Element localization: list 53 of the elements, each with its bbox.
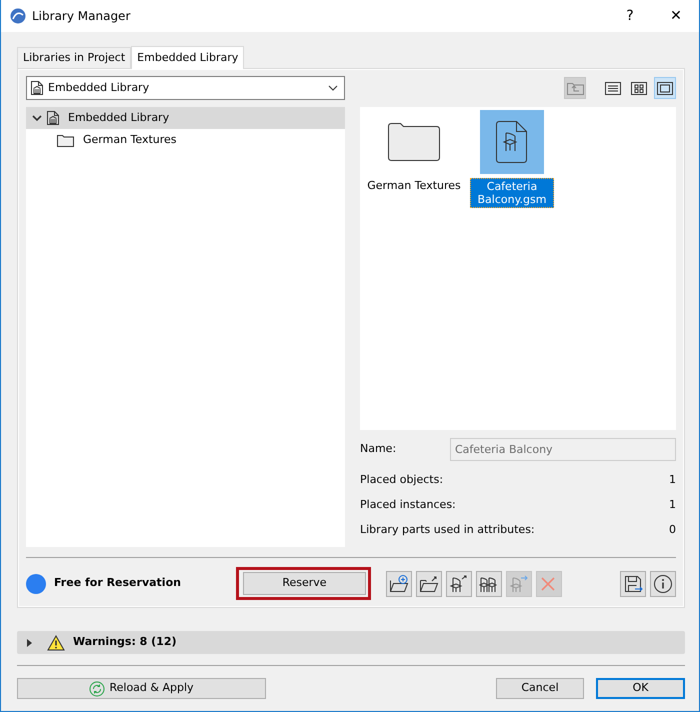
library-item[interactable]: German Textures <box>366 110 462 194</box>
stat-value: 1 <box>669 472 676 487</box>
stat-label: Placed objects: <box>360 472 444 487</box>
field-label: Name: <box>360 441 396 458</box>
stat-value: 1 <box>669 497 676 512</box>
folder-icon <box>387 122 441 162</box>
warnings-bar[interactable]: Warnings: 8 (12) <box>17 631 685 654</box>
chevron-down-icon <box>328 85 338 91</box>
close-button[interactable]: ✕ <box>653 0 699 32</box>
grid-view-icon <box>630 80 648 96</box>
caret-right-icon <box>25 638 33 646</box>
name-field[interactable]: Cafeteria Balcony <box>450 438 676 461</box>
stat-value: 0 <box>669 522 676 537</box>
chevron-down-icon <box>32 113 42 123</box>
library-item[interactable]: Cafeteria Balcony.gsm <box>464 110 560 208</box>
tree-item[interactable]: German Textures <box>26 129 345 151</box>
chair-file-icon <box>495 120 529 164</box>
warnings-label: Warnings: 8 (12) <box>73 634 177 650</box>
add-folder-icon <box>388 574 410 594</box>
tab[interactable]: Libraries in Project <box>17 47 132 68</box>
stat-label: Library parts used in attributes: <box>360 522 535 537</box>
folder-icon <box>56 132 75 148</box>
dialog-button[interactable]: Cancel <box>496 678 584 699</box>
dropdown-value: Embedded Library <box>48 80 150 96</box>
tab[interactable]: Embedded Library <box>131 46 244 69</box>
status-label: Free for Reservation <box>54 575 181 592</box>
toolbar-button[interactable] <box>446 570 472 596</box>
toolbar-button[interactable] <box>476 570 502 596</box>
stat-label: Placed instances: <box>360 497 456 512</box>
view-button[interactable] <box>654 77 676 99</box>
toolbar-button[interactable] <box>386 570 412 596</box>
refresh-icon <box>89 680 106 696</box>
library-icon <box>46 110 60 126</box>
library-dropdown[interactable]: Embedded Library <box>26 76 345 100</box>
chair-arrow-icon <box>508 574 530 594</box>
tree-item[interactable]: Embedded Library <box>26 107 345 129</box>
save-icon <box>622 574 644 594</box>
chair-arrow-icon <box>448 574 470 594</box>
library-icon <box>30 80 44 96</box>
large-view-icon <box>656 80 674 96</box>
warning-icon <box>47 634 65 650</box>
list-view-icon <box>604 80 622 96</box>
dialog-button[interactable]: OK <box>596 678 685 699</box>
toolbar-button[interactable] <box>650 570 676 596</box>
reserve-button[interactable]: Reserve <box>242 572 366 595</box>
window-title: Library Manager <box>32 8 132 25</box>
toolbar-button[interactable] <box>620 570 646 596</box>
folder-arrow-icon <box>418 574 440 594</box>
help-button[interactable]: ? <box>607 0 653 32</box>
toolbar-button[interactable] <box>416 570 442 596</box>
info-icon <box>652 574 674 594</box>
app-logo-icon <box>10 8 26 24</box>
dialog-button[interactable]: Reload & Apply <box>17 678 266 699</box>
